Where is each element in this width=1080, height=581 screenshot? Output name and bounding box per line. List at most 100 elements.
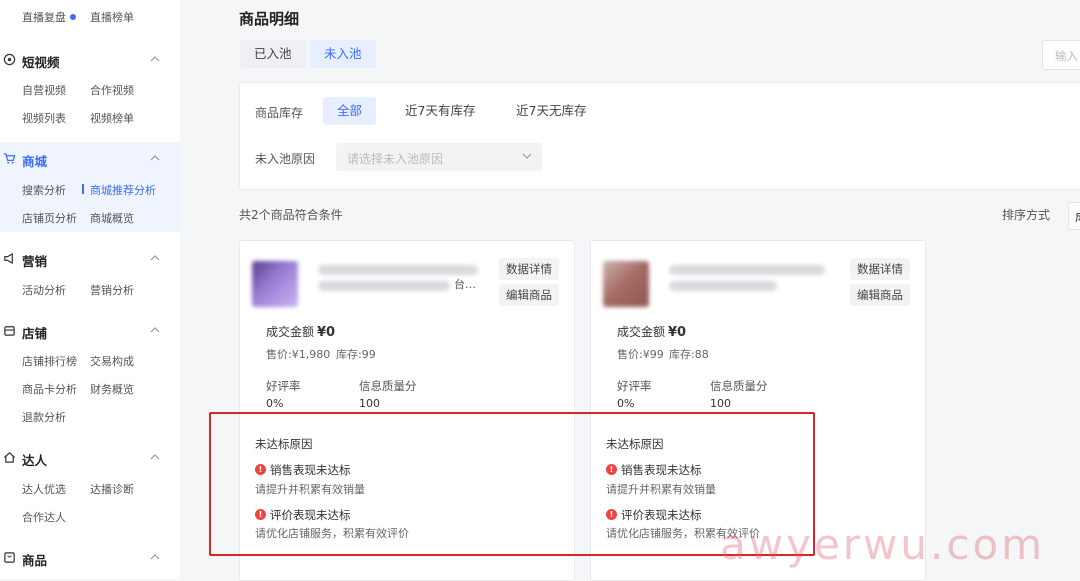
- warning-icon: !: [606, 464, 617, 475]
- store-icon: [4, 326, 15, 336]
- reason-title: 未达标原因: [606, 437, 664, 451]
- watermark: awyerwu.com: [720, 520, 1046, 569]
- reason-title: 未达标原因: [255, 437, 313, 451]
- reason-heading: 评价表现未达标: [621, 508, 702, 522]
- sidebar-section-label: 营销: [22, 254, 48, 269]
- sidebar-item-video-ranking[interactable]: 视频榜单: [90, 110, 134, 126]
- metric-label: 好评率: [617, 379, 652, 393]
- warning-icon: !: [255, 509, 266, 520]
- reason-detail: 请优化店铺服务，积累有效评价: [255, 527, 409, 540]
- reason-select-placeholder: 请选择未入池原因: [347, 152, 444, 166]
- sidebar-item-finance-overview[interactable]: 财务概览: [90, 381, 134, 397]
- sidebar-item-live-ranking[interactable]: 直播榜单: [90, 9, 134, 25]
- tab-not-in-pool[interactable]: 未入池: [310, 40, 376, 68]
- stock-text: 库存:99: [336, 348, 376, 361]
- sidebar-item-live-review[interactable]: 直播复盘: [22, 9, 66, 25]
- warning-icon: !: [606, 509, 617, 520]
- product-card: 台… 数据详情 编辑商品 成交金额 ¥0 售价:¥1,980 库存:99 好评率 …: [239, 240, 575, 581]
- sidebar-item-activity-analysis[interactable]: 活动分析: [22, 282, 66, 298]
- sidebar-section-label: 店铺: [22, 326, 48, 341]
- active-indicator-dot: [70, 14, 76, 20]
- stock-option-no-stock[interactable]: 近7天无库存: [502, 97, 600, 125]
- product-title-blurred: [669, 265, 825, 275]
- sidebar-section-label: 达人: [22, 453, 48, 468]
- sidebar-section-label: 商品: [22, 553, 48, 568]
- chevron-up-icon[interactable]: [150, 55, 160, 62]
- sidebar-item-store-ranking[interactable]: 店铺排行榜: [22, 353, 77, 369]
- edit-product-button[interactable]: 编辑商品: [499, 284, 559, 306]
- stock-filter-label: 商品库存: [255, 106, 304, 120]
- active-item-indicator: [82, 184, 84, 194]
- chevron-up-icon[interactable]: [150, 553, 160, 560]
- circle-target-icon: [3, 53, 16, 66]
- sales-amount: 成交金额 ¥0: [617, 323, 686, 340]
- product-title-blurred: [318, 265, 478, 275]
- chevron-up-icon[interactable]: [150, 154, 160, 161]
- sidebar-item-talent-select[interactable]: 达人优选: [22, 481, 66, 497]
- result-count: 共2个商品符合条件: [239, 208, 343, 222]
- chevron-up-icon[interactable]: [150, 254, 160, 261]
- reason-detail: 请提升并积累有效销量: [255, 483, 365, 496]
- sort-label: 排序方式: [1002, 208, 1051, 222]
- box-icon: [4, 552, 15, 563]
- sidebar-item-own-video[interactable]: 自营视频: [22, 82, 66, 98]
- edit-product-button[interactable]: 编辑商品: [850, 284, 910, 306]
- sort-select-value: 成: [1075, 208, 1080, 225]
- warning-icon: !: [255, 464, 266, 475]
- sidebar-section-product[interactable]: 商品: [0, 547, 180, 569]
- sidebar-section-mall[interactable]: 商城: [0, 148, 180, 170]
- stock-option-has-stock[interactable]: 近7天有库存: [391, 97, 489, 125]
- sidebar-item-video-list[interactable]: 视频列表: [22, 110, 66, 126]
- sidebar-section-label: 商城: [22, 154, 48, 169]
- sidebar-item-search-analysis[interactable]: 搜索分析: [22, 182, 66, 198]
- product-title-blurred: [318, 281, 450, 291]
- sales-amount-value: ¥0: [668, 325, 687, 340]
- chevron-down-icon: [522, 153, 532, 159]
- sidebar-section-talent[interactable]: 达人: [0, 447, 180, 469]
- metric-label: 好评率: [266, 379, 301, 393]
- sidebar-item-marketing-analysis[interactable]: 营销分析: [90, 282, 134, 298]
- reason-heading: 销售表现未达标: [621, 463, 702, 477]
- sidebar-item-store-page-analysis[interactable]: 店铺页分析: [22, 210, 77, 226]
- product-thumbnail: [603, 261, 649, 307]
- page-title: 商品明细: [239, 10, 300, 28]
- sidebar-section-short-video[interactable]: 短视频: [0, 49, 180, 71]
- sidebar-item-mall-recommend-analysis[interactable]: 商城推荐分析: [90, 182, 156, 198]
- sales-amount-label: 成交金额: [617, 325, 666, 339]
- sidebar-item-product-card-analysis[interactable]: 商品卡分析: [22, 381, 77, 397]
- sort-select[interactable]: 成: [1068, 202, 1080, 230]
- reason-heading: 销售表现未达标: [270, 463, 351, 477]
- metric-value: 100: [710, 397, 731, 410]
- sidebar-section-label: 短视频: [22, 55, 60, 70]
- sales-amount-value: ¥0: [317, 325, 336, 340]
- sidebar-item-refund-analysis[interactable]: 退款分析: [22, 409, 66, 425]
- reason-select[interactable]: 请选择未入池原因: [336, 143, 542, 171]
- sidebar-section-store[interactable]: 店铺: [0, 320, 180, 342]
- metric-label: 信息质量分: [359, 379, 417, 393]
- stock-option-all[interactable]: 全部: [323, 97, 377, 125]
- sales-amount-label: 成交金额: [266, 325, 315, 339]
- sidebar-item-trade-composition[interactable]: 交易构成: [90, 353, 134, 369]
- data-detail-button[interactable]: 数据详情: [499, 258, 559, 280]
- product-title-suffix: 台…: [454, 278, 476, 291]
- reason-filter-label: 未入池原因: [255, 152, 316, 166]
- data-detail-button[interactable]: 数据详情: [850, 258, 910, 280]
- metric-value: 100: [359, 397, 380, 410]
- sidebar-item-coop-video[interactable]: 合作视频: [90, 82, 134, 98]
- metric-value: 0%: [266, 397, 284, 410]
- megaphone-icon: [4, 253, 13, 264]
- sidebar-section-marketing[interactable]: 营销: [0, 248, 180, 270]
- chevron-up-icon[interactable]: [150, 326, 160, 333]
- sidebar-item-talent-diagnosis[interactable]: 达播诊断: [90, 481, 134, 497]
- search-input[interactable]: 输入: [1042, 40, 1080, 70]
- chevron-up-icon[interactable]: [150, 453, 160, 460]
- home-user-icon: [3, 452, 16, 463]
- tab-in-pool[interactable]: 已入池: [240, 40, 306, 68]
- metric-label: 信息质量分: [710, 379, 768, 393]
- filter-panel: 商品库存 全部 近7天有库存 近7天无库存 未入池原因 请选择未入池原因: [239, 82, 1080, 190]
- sidebar-item-coop-talent[interactable]: 合作达人: [22, 509, 66, 525]
- sidebar: 直播复盘 直播榜单 短视频 自营视频 合作视频 视频列表 视频榜单 商城 搜索分…: [0, 0, 180, 579]
- sidebar-item-mall-overview[interactable]: 商城概览: [90, 210, 134, 226]
- cart-icon: [3, 153, 16, 164]
- product-thumbnail: [252, 261, 298, 307]
